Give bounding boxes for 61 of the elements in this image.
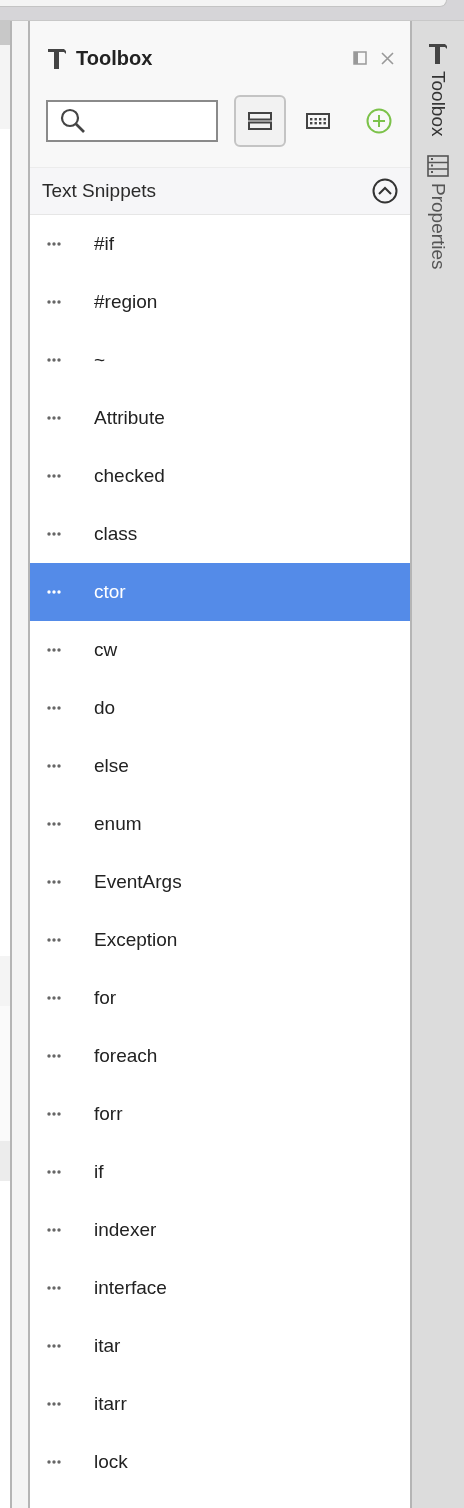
snippet-icon: [47, 532, 61, 536]
snippet-label: lock: [94, 1451, 128, 1473]
snippet-icon: [47, 822, 61, 826]
snippet-icon: [47, 880, 61, 884]
snippet-icon: [47, 242, 61, 246]
list-view-button[interactable]: [234, 95, 286, 147]
snippet-label: EventArgs: [94, 871, 182, 893]
snippet-label: interface: [94, 1277, 167, 1299]
snippet-label: if: [94, 1161, 104, 1183]
snippet-label: ~: [94, 349, 106, 371]
snippet-label: #region: [94, 291, 158, 313]
snippet-label: indexer: [94, 1219, 157, 1241]
snippet-icon: [47, 706, 61, 710]
snippet-label: do: [94, 697, 116, 719]
snippet-label: Exception: [94, 929, 178, 951]
snippet-label: itarr: [94, 1393, 127, 1415]
snippet-label: ctor: [94, 581, 126, 603]
snippet-label: itar: [94, 1335, 121, 1357]
snippet-label: class: [94, 523, 138, 545]
snippet-icon: [47, 1402, 61, 1406]
dock-icon[interactable]: [353, 51, 367, 65]
panel-title: Toolbox: [76, 46, 154, 70]
snippet-icon: [47, 1112, 61, 1116]
snippet-label: Attribute: [94, 407, 165, 429]
side-tab[interactable]: Properties: [427, 182, 449, 270]
hammer-icon: [427, 41, 449, 65]
section-title: Text Snippets: [42, 180, 157, 202]
snippet-icon: [47, 358, 61, 362]
snippet-label: else: [94, 755, 129, 777]
snippet-icon: [47, 416, 61, 420]
side-tab[interactable]: Toolbox: [427, 71, 449, 137]
search-icon: [60, 108, 86, 134]
hammer-icon: [46, 46, 68, 70]
snippet-icon: [47, 1054, 61, 1058]
snippet-icon: [47, 590, 61, 594]
snippet-icon: [47, 1228, 61, 1232]
snippet-label: forr: [94, 1103, 123, 1125]
snippet-icon: [47, 474, 61, 478]
snippet-label: checked: [94, 465, 165, 487]
search-field[interactable]: [46, 100, 218, 142]
snippet-label: #if: [94, 233, 115, 255]
properties-icon: [427, 154, 449, 177]
snippet-icon: [47, 300, 61, 304]
list-view-icon: [248, 112, 272, 130]
snippet-label: for: [94, 987, 117, 1009]
snippet-icon: [47, 1460, 61, 1464]
snippet-icon: [47, 1286, 61, 1290]
grid-view-icon: [306, 113, 330, 129]
snippet-icon: [47, 1344, 61, 1348]
snippet-icon: [47, 1170, 61, 1174]
snippet-icon: [47, 938, 61, 942]
add-button[interactable]: [366, 108, 392, 134]
close-icon[interactable]: [381, 51, 394, 65]
snippet-label: cw: [94, 639, 118, 661]
snippet-icon: [47, 764, 61, 768]
section-header[interactable]: Text Snippets: [30, 167, 410, 215]
snippet-icon: [47, 648, 61, 652]
snippet-label: foreach: [94, 1045, 158, 1067]
collapse-icon[interactable]: [372, 178, 398, 204]
snippet-label: enum: [94, 813, 142, 835]
snippet-icon: [47, 996, 61, 1000]
